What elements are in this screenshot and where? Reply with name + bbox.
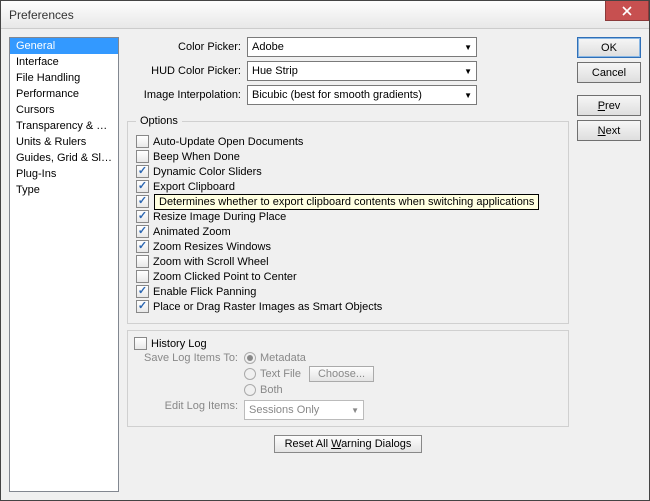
option-checkbox[interactable] [136,210,149,223]
dialog-body: GeneralInterfaceFile HandlingPerformance… [1,29,649,500]
hud-picker-value: Hue Strip [252,65,298,77]
chevron-down-icon: ▼ [464,67,472,76]
option-label: Dynamic Color Sliders [153,166,262,178]
radio-metadata-label: Metadata [260,352,306,364]
sidebar-item-file-handling[interactable]: File Handling [10,70,118,86]
option-checkbox[interactable] [136,165,149,178]
radio-textfile[interactable] [244,368,256,380]
titlebar[interactable]: Preferences [1,1,649,29]
option-checkbox[interactable] [136,195,149,208]
main-area: Color Picker: Adobe ▼ HUD Color Picker: … [127,37,641,492]
option-label: Zoom with Scroll Wheel [153,256,269,268]
tooltip: Determines whether to export clipboard c… [154,194,539,210]
choose-button[interactable]: Choose... [309,366,374,382]
center-column: Color Picker: Adobe ▼ HUD Color Picker: … [127,37,569,492]
chevron-down-icon: ▼ [464,43,472,52]
option-checkbox[interactable] [136,225,149,238]
interp-label: Image Interpolation: [127,89,247,101]
radio-both-label: Both [260,384,283,396]
close-icon [622,6,632,16]
category-sidebar[interactable]: GeneralInterfaceFile HandlingPerformance… [9,37,119,492]
color-picker-label: Color Picker: [127,41,247,53]
option-label: Place or Drag Raster Images as Smart Obj… [153,301,382,313]
option-checkbox[interactable] [136,300,149,313]
history-log-label: History Log [151,338,207,350]
option-row: Auto-Update Open Documents [136,135,560,148]
option-label: Auto-Update Open Documents [153,136,303,148]
option-checkbox[interactable] [136,135,149,148]
sidebar-item-performance[interactable]: Performance [10,86,118,102]
radio-metadata[interactable] [244,352,256,364]
chevron-down-icon: ▼ [464,91,472,100]
option-checkbox[interactable] [136,150,149,163]
preferences-window: Preferences GeneralInterfaceFile Handlin… [0,0,650,501]
option-row: Zoom Clicked Point to Center [136,270,560,283]
interp-value: Bicubic (best for smooth gradients) [252,89,422,101]
option-label: Zoom Clicked Point to Center [153,271,297,283]
sidebar-item-transparency-gamut[interactable]: Transparency & Gamut [10,118,118,134]
sidebar-item-general[interactable]: General [10,38,118,54]
cancel-button[interactable]: Cancel [577,62,641,83]
next-button[interactable]: Next [577,120,641,141]
radio-textfile-label: Text File [260,368,301,380]
option-row: Export ClipboardDetermines whether to ex… [136,180,560,193]
sidebar-item-cursors[interactable]: Cursors [10,102,118,118]
option-row: Zoom with Scroll Wheel [136,255,560,268]
color-picker-value: Adobe [252,41,284,53]
window-title: Preferences [5,8,74,22]
radio-both[interactable] [244,384,256,396]
options-legend: Options [136,115,182,127]
option-label: Animated Zoom [153,226,231,238]
ok-button[interactable]: OK [577,37,641,58]
option-label: Export Clipboard [153,181,235,193]
hud-picker-label: HUD Color Picker: [127,65,247,77]
sidebar-item-interface[interactable]: Interface [10,54,118,70]
sidebar-item-units-rulers[interactable]: Units & Rulers [10,134,118,150]
option-label: Enable Flick Panning [153,286,256,298]
option-label: Resize Image During Place [153,211,286,223]
option-row: Resize Image During Place [136,210,560,223]
interp-combo[interactable]: Bicubic (best for smooth gradients) ▼ [247,85,477,105]
reset-warnings-button[interactable]: Reset All Warning Dialogs [274,435,423,453]
close-button[interactable] [605,1,649,21]
chevron-down-icon: ▼ [351,406,359,415]
option-checkbox[interactable] [136,255,149,268]
options-group: Options Auto-Update Open Documents Beep W… [127,115,569,324]
sidebar-item-plug-ins[interactable]: Plug-Ins [10,166,118,182]
sidebar-item-type[interactable]: Type [10,182,118,198]
color-picker-combo[interactable]: Adobe ▼ [247,37,477,57]
option-checkbox[interactable] [136,240,149,253]
edit-log-combo[interactable]: Sessions Only ▼ [244,400,364,420]
option-row: Zoom Resizes Windows [136,240,560,253]
dialog-buttons: OK Cancel Prev Next [577,37,641,492]
option-label: Zoom Resizes Windows [153,241,271,253]
hud-picker-combo[interactable]: Hue Strip ▼ [247,61,477,81]
history-log-checkbox[interactable] [134,337,147,350]
option-checkbox[interactable] [136,285,149,298]
history-log-group: History Log Save Log Items To: Metadata … [127,330,569,427]
edit-log-label: Edit Log Items: [134,400,244,420]
option-row: Beep When Done [136,150,560,163]
option-row: Enable Flick Panning [136,285,560,298]
prev-button[interactable]: Prev [577,95,641,116]
option-label: Beep When Done [153,151,240,163]
option-checkbox[interactable] [136,180,149,193]
edit-log-value: Sessions Only [249,404,319,416]
option-row: Dynamic Color Sliders [136,165,560,178]
sidebar-item-guides-grid-slices[interactable]: Guides, Grid & Slices [10,150,118,166]
option-row: Animated Zoom [136,225,560,238]
save-log-label: Save Log Items To: [134,352,244,398]
option-checkbox[interactable] [136,270,149,283]
option-row: Place or Drag Raster Images as Smart Obj… [136,300,560,313]
